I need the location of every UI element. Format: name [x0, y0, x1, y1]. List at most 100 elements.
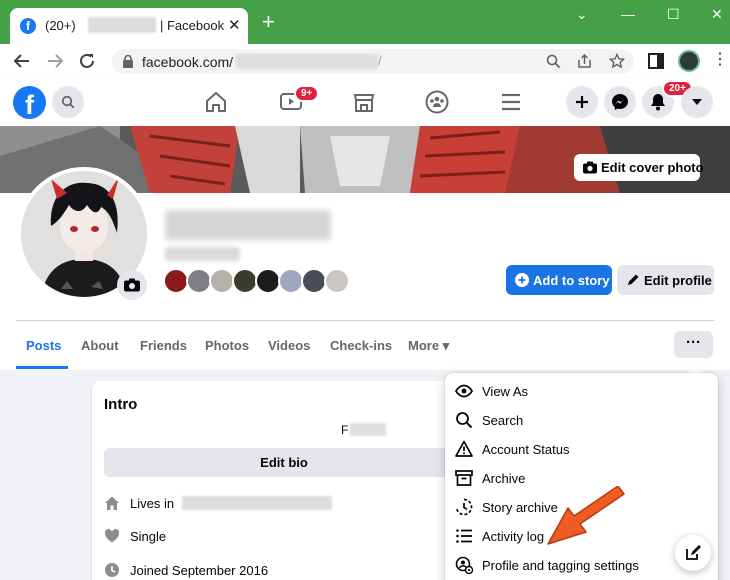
share-icon[interactable]	[577, 54, 592, 69]
friend-avatar[interactable]	[324, 268, 350, 294]
plus-icon	[576, 96, 588, 108]
tab-more[interactable]: More ▾	[408, 338, 449, 354]
facebook-logo[interactable]: f	[13, 86, 46, 120]
tab-photos[interactable]: Photos	[205, 338, 249, 353]
messenger-button[interactable]	[604, 86, 636, 118]
zoom-icon[interactable]	[546, 54, 561, 69]
tab-posts-label: Posts	[26, 338, 62, 353]
menu-item-search[interactable]: Search	[445, 406, 718, 435]
menu-item-view-as[interactable]: View As	[445, 377, 718, 406]
intro-title: Intro	[104, 396, 138, 413]
compose-icon	[686, 545, 701, 560]
intro-relationship: Single	[104, 528, 444, 546]
minimize-button[interactable]: —	[621, 6, 635, 22]
browser-tab[interactable]: f (20+) | Facebook ✕	[10, 8, 248, 44]
tab-title: | Facebook	[160, 18, 225, 33]
tab-search-icon[interactable]: ⌄	[576, 6, 588, 23]
add-to-story-button[interactable]: Add to story	[506, 265, 612, 295]
list-icon	[456, 529, 472, 543]
browser-menu-icon[interactable]: ⋮	[712, 52, 728, 68]
new-tab-button[interactable]: +	[262, 11, 275, 33]
camera-icon	[124, 278, 140, 292]
reload-icon[interactable]	[78, 52, 96, 70]
tab-posts[interactable]: Posts	[26, 338, 61, 353]
bell-icon	[651, 94, 665, 111]
bio-redacted	[350, 423, 386, 436]
tab-videos-label: Videos	[268, 338, 311, 353]
tab-check-ins[interactable]: Check-ins	[330, 338, 392, 353]
profile-more-options-button[interactable]: ···	[674, 331, 713, 358]
menu-item-label: Account Status	[482, 442, 570, 457]
facebook-favicon-icon: f	[20, 18, 36, 34]
clock-icon	[105, 563, 119, 577]
warning-icon	[455, 440, 473, 457]
tab-check-ins-label: Check-ins	[330, 338, 393, 353]
plus-circle-icon	[515, 273, 529, 287]
tab-close-icon[interactable]: ✕	[228, 16, 241, 34]
facebook-header: f 9+ 20+	[0, 78, 730, 126]
location-redacted	[182, 496, 332, 510]
facebook-search-button[interactable]	[52, 86, 84, 118]
update-profile-picture-button[interactable]	[117, 270, 147, 300]
watch-badge: 9+	[294, 85, 320, 102]
close-window-button[interactable]: ✕	[711, 6, 723, 23]
messenger-icon	[612, 94, 628, 110]
eye-icon	[455, 384, 473, 398]
heart-icon	[104, 529, 120, 543]
tab-about[interactable]: About	[81, 338, 119, 353]
marketplace-icon[interactable]	[353, 91, 375, 113]
edit-bio-button[interactable]: Edit bio	[104, 448, 464, 477]
account-button[interactable]	[681, 86, 713, 118]
url-redacted	[236, 54, 378, 69]
edit-cover-photo-label: Edit cover photo	[601, 160, 704, 175]
tab-title-redacted	[88, 17, 156, 33]
tab-videos[interactable]: Videos	[268, 338, 310, 353]
tab-photos-label: Photos	[205, 338, 250, 353]
url-trailing: /	[378, 53, 382, 68]
edit-profile-button[interactable]: Edit profile	[617, 265, 714, 295]
tab-about-label: About	[81, 338, 119, 353]
intro-card: Intro F Edit bio Lives in Single Joined …	[92, 381, 472, 580]
create-button[interactable]	[566, 86, 598, 118]
add-to-story-label: Add to story	[533, 273, 610, 288]
tab-friends-label: Friends	[140, 338, 187, 353]
home-icon[interactable]	[204, 91, 228, 113]
groups-icon[interactable]	[425, 90, 449, 114]
lock-icon[interactable]	[122, 55, 134, 68]
lives-in-label: Lives in	[130, 496, 175, 511]
friend-count-redacted	[165, 247, 240, 261]
address-bar[interactable]: facebook.com/ /	[112, 49, 634, 74]
joined-date: Joined September 2016	[130, 563, 269, 578]
edit-profile-label: Edit profile	[644, 273, 712, 288]
back-arrow-icon[interactable]	[13, 52, 31, 70]
browser-tab-strip: f (20+) | Facebook ✕ + ⌄ — ☐ ✕	[0, 0, 730, 44]
home-icon	[105, 496, 119, 510]
search-icon	[456, 412, 473, 429]
forward-arrow-icon[interactable]	[46, 52, 64, 70]
menu-item-label: Archive	[482, 471, 526, 486]
tab-more-label: More ▾	[408, 338, 450, 353]
edit-cover-photo-button[interactable]: Edit cover photo	[574, 154, 704, 181]
menu-item-label: View As	[482, 384, 529, 399]
relationship-status: Single	[130, 529, 167, 544]
intro-joined: Joined September 2016	[104, 562, 444, 580]
new-message-button[interactable]	[675, 535, 711, 571]
menu-item-account-status[interactable]: Account Status	[445, 435, 718, 464]
side-panel-icon[interactable]	[648, 53, 664, 69]
camera-icon	[583, 161, 597, 174]
search-icon	[61, 95, 75, 109]
divider	[16, 320, 714, 321]
intro-lives-in: Lives in	[104, 495, 444, 513]
menu-item-label: Search	[482, 413, 524, 428]
hamburger-menu-icon[interactable]	[501, 92, 521, 112]
annotation-arrow-icon	[547, 486, 625, 545]
archive-box-icon	[455, 470, 473, 486]
browser-profile-avatar[interactable]	[678, 50, 700, 72]
maximize-button[interactable]: ☐	[667, 6, 680, 23]
bookmark-star-icon[interactable]	[609, 53, 625, 69]
tab-friends[interactable]: Friends	[140, 338, 187, 353]
profile-settings-icon	[455, 556, 473, 574]
story-archive-icon	[455, 498, 473, 516]
menu-item-label: Activity log	[482, 529, 545, 544]
tab-notification-count: (20+)	[45, 18, 76, 33]
